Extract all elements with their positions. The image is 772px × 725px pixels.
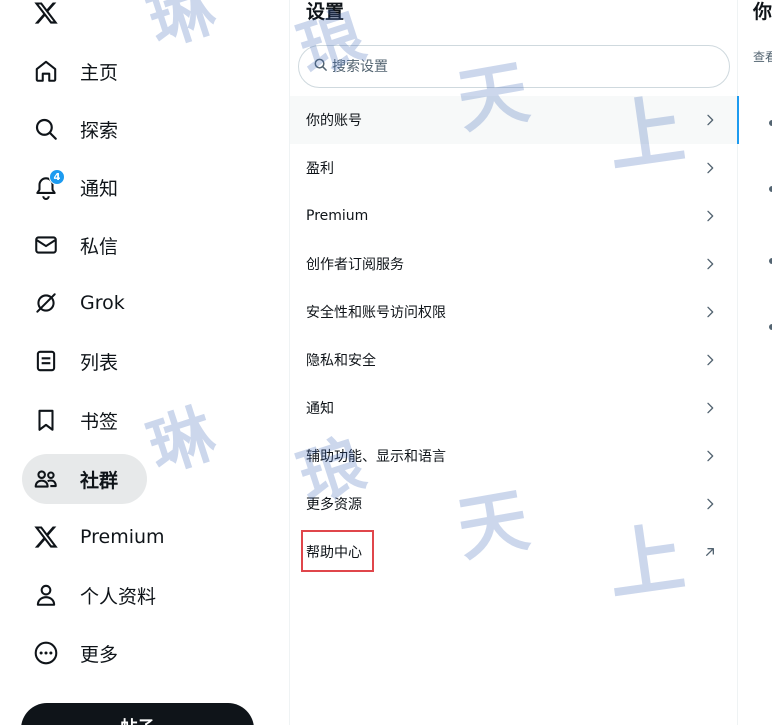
settings-item-label: 你的账号: [306, 113, 362, 129]
nav-grok[interactable]: Grok: [22, 278, 137, 328]
detail-description: 查看: [753, 50, 772, 64]
settings-item-your-account[interactable]: 你的账号: [290, 96, 739, 144]
settings-search-input[interactable]: [332, 58, 712, 75]
chevron-right-icon: [702, 304, 718, 320]
settings-item-accessibility[interactable]: 辅助功能、显示和语言: [290, 432, 738, 480]
bookmark-icon: [32, 406, 60, 434]
chevron-right-icon: [702, 160, 718, 176]
bell-icon: 4: [32, 169, 65, 201]
nav-bookmarks-label: 书签: [80, 410, 119, 433]
chevron-right-icon: [702, 496, 718, 512]
nav-messages[interactable]: 私信: [22, 220, 130, 270]
settings-item-privacy[interactable]: 隐私和安全: [290, 336, 738, 384]
chevron-right-icon: [702, 400, 718, 416]
chevron-right-icon: [702, 256, 718, 272]
nav-explore-label: 探索: [80, 119, 119, 142]
nav-messages-label: 私信: [80, 235, 119, 258]
settings-item-premium[interactable]: Premium: [290, 192, 738, 240]
x-logo-icon[interactable]: [32, 0, 60, 26]
nav-profile-label: 个人资料: [80, 585, 157, 608]
home-icon: [32, 57, 60, 85]
nav-lists[interactable]: 列表: [22, 336, 130, 386]
mail-icon: [32, 231, 60, 259]
settings-item-additional-resources[interactable]: 更多资源: [290, 480, 738, 528]
nav-more-label: 更多: [80, 643, 119, 666]
settings-menu: 你的账号 盈利 Premium 创作者订阅服务 安全性和账号访问权限 隐私和安全…: [290, 96, 739, 576]
nav-communities[interactable]: 社群: [22, 454, 147, 504]
nav-premium-label: Premium: [80, 526, 165, 548]
left-nav: 主页 探索 4 通知 私信 Grok 列表 书签 社群 Premium 个人资料…: [0, 0, 289, 725]
settings-item-creator-subscriptions[interactable]: 创作者订阅服务: [290, 240, 738, 288]
settings-item-label: Premium: [306, 208, 369, 224]
chevron-right-icon: [702, 208, 718, 224]
settings-item-label: 盈利: [306, 161, 334, 177]
settings-item-security[interactable]: 安全性和账号访问权限: [290, 288, 738, 336]
settings-item-label: 辅助功能、显示和语言: [306, 449, 446, 465]
settings-title: 设置: [306, 1, 345, 23]
detail-title: 你: [753, 1, 772, 23]
person-icon: [32, 581, 60, 609]
settings-panel: 设置 你的账号 盈利 Premium 创作者订阅服务 安全性和账号访问权限 隐私…: [289, 0, 739, 725]
nav-more[interactable]: 更多: [22, 628, 130, 678]
detail-panel: 你 查看: [739, 0, 772, 725]
settings-item-monetization[interactable]: 盈利: [290, 144, 738, 192]
settings-item-label: 更多资源: [306, 497, 362, 513]
nav-lists-label: 列表: [80, 351, 119, 374]
settings-item-label: 通知: [306, 401, 334, 417]
chevron-right-icon: [702, 112, 718, 128]
nav-home[interactable]: 主页: [22, 46, 130, 96]
settings-item-label: 安全性和账号访问权限: [306, 305, 446, 321]
more-circle-icon: [32, 639, 60, 667]
search-icon: [32, 115, 60, 143]
settings-item-label: 创作者订阅服务: [306, 257, 404, 273]
external-link-icon: [702, 544, 718, 560]
nav-profile[interactable]: 个人资料: [22, 570, 168, 620]
nav-premium[interactable]: Premium: [22, 512, 177, 562]
communities-icon: [32, 465, 60, 493]
nav-grok-label: Grok: [80, 292, 125, 314]
nav-bookmarks[interactable]: 书签: [22, 395, 130, 445]
nav-explore[interactable]: 探索: [22, 104, 130, 154]
nav-communities-label: 社群: [80, 469, 119, 492]
nav-home-label: 主页: [80, 61, 119, 84]
post-button[interactable]: 帖子: [21, 703, 254, 725]
nav-notifications[interactable]: 4 通知: [22, 162, 130, 212]
settings-item-label: 隐私和安全: [306, 353, 376, 369]
list-icon: [32, 347, 60, 375]
chevron-right-icon: [702, 352, 718, 368]
grok-icon: [32, 289, 60, 317]
settings-item-notifications[interactable]: 通知: [290, 384, 738, 432]
nav-notifications-label: 通知: [80, 177, 119, 200]
notification-badge: 4: [49, 169, 65, 185]
settings-search[interactable]: [298, 45, 730, 88]
chevron-right-icon: [702, 448, 718, 464]
search-icon: [313, 57, 328, 76]
x-logo-icon: [32, 523, 60, 551]
help-center-highlight-box: [301, 530, 374, 572]
